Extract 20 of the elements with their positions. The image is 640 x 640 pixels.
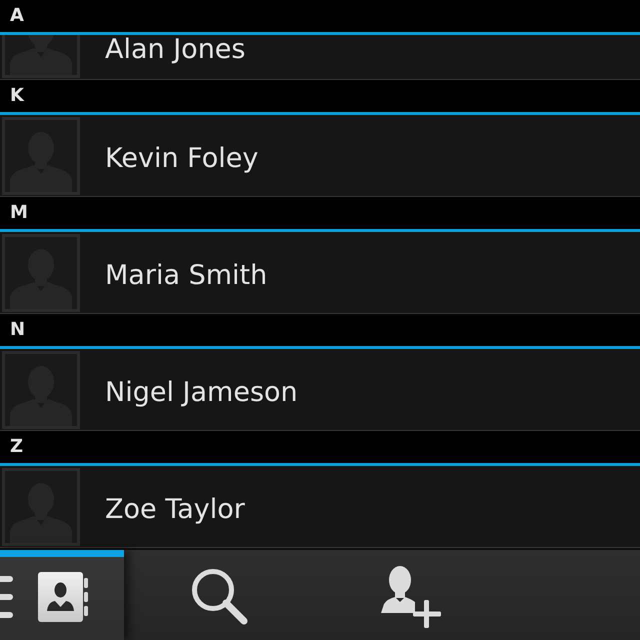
contact-name: Kevin Foley [105, 144, 258, 172]
contact-name: Nigel Jameson [105, 378, 298, 406]
contact-name: Zoe Taylor [105, 496, 245, 524]
contact-row[interactable]: Zoe Taylor [0, 466, 640, 548]
contact-name: Alan Jones [105, 36, 246, 64]
avatar-silhouette-icon [2, 468, 80, 546]
add-person-icon [381, 566, 443, 628]
contact-name: Maria Smith [105, 262, 268, 290]
avatar-silhouette-icon [2, 234, 80, 312]
avatar-silhouette-icon [2, 116, 80, 194]
avatar-silhouette-icon [2, 35, 80, 78]
contact-row[interactable]: Maria Smith [0, 232, 640, 314]
contact-row[interactable]: Alan Jones [0, 35, 640, 80]
avatar-silhouette-icon [2, 350, 80, 428]
menu-icon [0, 576, 13, 618]
search-icon [191, 568, 249, 626]
contact-row[interactable]: Nigel Jameson [0, 349, 640, 431]
tab-menu-button[interactable] [0, 550, 124, 640]
contact-row[interactable]: Kevin Foley [0, 115, 640, 197]
contacts-book-icon [38, 572, 88, 622]
